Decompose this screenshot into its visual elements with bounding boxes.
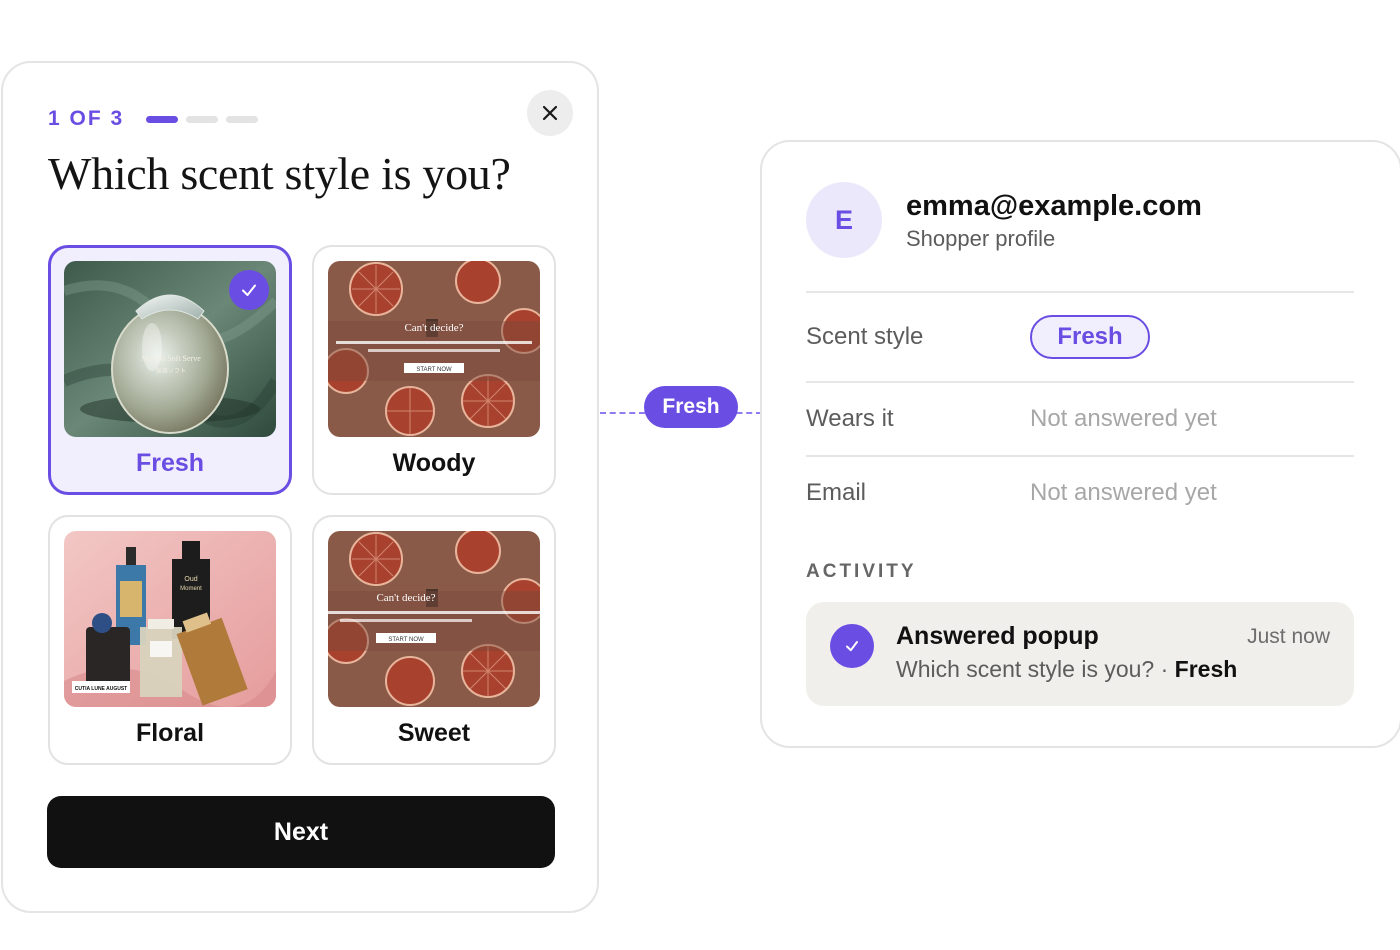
next-button[interactable]: Next (47, 796, 555, 868)
svg-text:START NOW: START NOW (388, 637, 424, 643)
svg-text:Moment: Moment (180, 586, 202, 592)
svg-text:CUTIA LUNE AUGUST: CUTIA LUNE AUGUST (75, 686, 127, 692)
divider (806, 455, 1354, 457)
option-label: Fresh (135, 449, 205, 477)
connector-answer-pill: Fresh (644, 386, 738, 428)
divider (806, 381, 1354, 383)
activity-title: Answered popup (896, 622, 1099, 650)
divider (806, 291, 1354, 293)
progress-dot-3 (226, 115, 259, 123)
activity-question: Which scent style is you? (896, 656, 1155, 682)
progress-dot-2 (186, 115, 219, 123)
svg-text:Can't decide?: Can't decide? (404, 322, 463, 334)
check-icon (242, 284, 256, 296)
close-button[interactable] (527, 90, 573, 136)
activity-check-badge (830, 624, 874, 668)
stage: 1 OF 3 Which scent style is you? Matcha … (0, 0, 1400, 950)
option-floral[interactable]: Oud Moment CUTIA LUNE AUGUST Floral (48, 515, 292, 765)
step-indicator: 1 OF 3 (48, 107, 259, 131)
avatar: E (806, 182, 882, 258)
svg-text:Oud: Oud (184, 576, 197, 583)
svg-text:抹茶ソフト: 抹茶ソフト (156, 367, 186, 375)
activity-answer: Fresh (1174, 656, 1238, 682)
activity-detail: Which scent style is you? · Fresh (896, 656, 1237, 683)
shopper-profile-card: E emma@example.com Shopper profile Scent… (760, 140, 1400, 748)
option-label: Floral (135, 719, 205, 747)
progress-dots (146, 115, 259, 123)
svg-text:START NOW: START NOW (416, 367, 452, 373)
step-label: 1 OF 3 (48, 107, 125, 130)
close-icon (542, 105, 558, 121)
perfume-bottles-group-photo: Oud Moment CUTIA LUNE AUGUST (64, 531, 276, 707)
svg-text:Can't decide?: Can't decide? (376, 592, 435, 604)
blood-orange-banner-photo: Can't decide? START NOW (328, 531, 540, 707)
blood-orange-banner-photo: Can't decide? START NOW (328, 261, 540, 437)
row-label-email: Email (806, 479, 867, 506)
profile-email: emma@example.com (906, 190, 1202, 222)
activity-heading: ACTIVITY (806, 561, 917, 582)
check-icon (846, 641, 858, 652)
scent-style-chip: Fresh (1030, 315, 1150, 359)
row-label-wears-it: Wears it (806, 405, 894, 432)
selected-check-badge (229, 270, 269, 310)
option-label: Woody (392, 449, 476, 477)
activity-separator: · (1160, 656, 1169, 682)
row-label-scent-style: Scent style (806, 323, 924, 350)
row-value-email: Not answered yet (1030, 479, 1217, 506)
svg-text:Matcha Soft Serve: Matcha Soft Serve (141, 354, 201, 363)
option-label: Sweet (397, 719, 471, 747)
activity-time: Just now (1247, 625, 1330, 648)
option-fresh[interactable]: Matcha Soft Serve 抹茶ソフト Fresh (48, 245, 292, 495)
row-value-wears-it: Not answered yet (1030, 405, 1217, 432)
activity-item: Answered popup Just now Which scent styl… (806, 602, 1354, 706)
profile-subtitle: Shopper profile (906, 226, 1056, 251)
progress-dot-1 (146, 115, 179, 123)
quiz-popup: 1 OF 3 Which scent style is you? Matcha … (1, 61, 599, 913)
question-title: Which scent style is you? (48, 148, 511, 199)
option-sweet[interactable]: Can't decide? START NOW Sweet (312, 515, 556, 765)
option-woody[interactable]: Can't decide? START NOW Woody (312, 245, 556, 495)
